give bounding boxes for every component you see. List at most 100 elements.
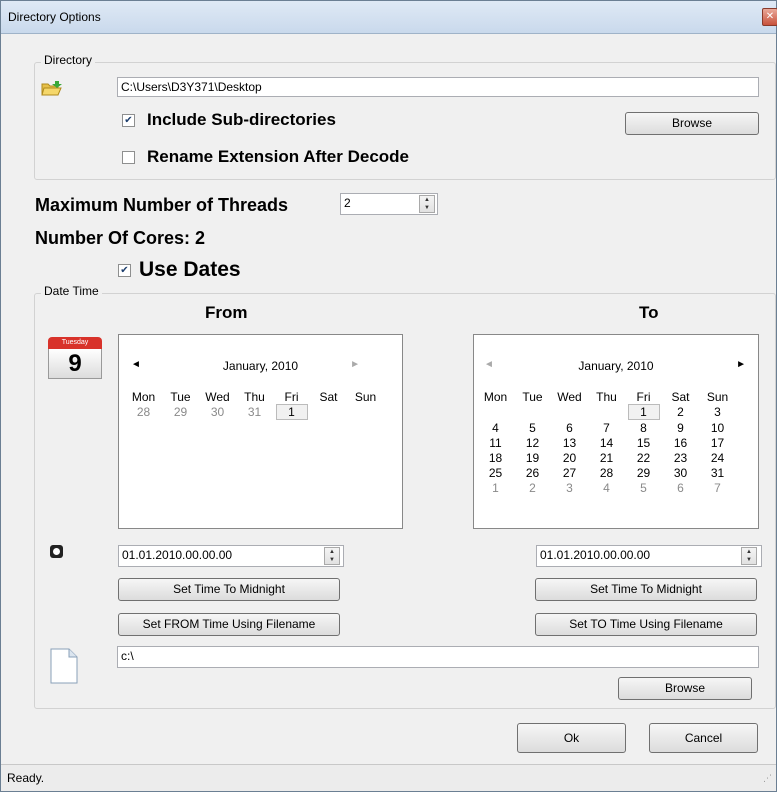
to-next-month-icon[interactable]: ►: [736, 359, 746, 370]
to-day-cell[interactable]: 27: [551, 465, 588, 480]
to-day-cell[interactable]: 4: [588, 480, 625, 495]
max-threads-label: Maximum Number of Threads: [35, 195, 289, 215]
to-day-cell: [477, 404, 514, 420]
directory-path-input[interactable]: C:\Users\D3Y371\Desktop: [117, 77, 759, 97]
cancel-button[interactable]: Cancel: [649, 723, 758, 753]
to-day-cell[interactable]: 7: [588, 420, 625, 435]
folder-icon: [41, 81, 62, 96]
calendar-icon-dayname: Tuesday: [48, 337, 102, 349]
from-datetime-input[interactable]: 01.01.2010.00.00.00: [118, 545, 344, 567]
from-weekday-header: Sat: [319, 389, 338, 404]
to-day-cell[interactable]: 4: [477, 420, 514, 435]
to-day-cell[interactable]: 24: [699, 450, 736, 465]
to-calendar[interactable]: ◄ January, 2010 ► Mon Tue Wed Thu Fri Sat Sun 1…: [473, 334, 759, 529]
to-day-cell[interactable]: 6: [662, 480, 699, 495]
to-day-cell[interactable]: 25: [477, 465, 514, 480]
directory-browse-button[interactable]: Browse: [625, 112, 759, 135]
from-day-cell[interactable]: 30: [199, 404, 236, 420]
to-day-cell[interactable]: 5: [514, 420, 551, 435]
to-day-cell[interactable]: 11: [477, 435, 514, 450]
use-dates-label: Use Dates: [139, 258, 241, 281]
rename-extension-checkbox[interactable]: [122, 151, 135, 164]
from-day-cell[interactable]: 31: [236, 404, 273, 420]
to-weekday-header: Tue: [522, 389, 543, 404]
to-day-cell[interactable]: 30: [662, 465, 699, 480]
to-day-cell[interactable]: 3: [699, 404, 736, 420]
from-datetime-stepper[interactable]: ▲ ▼: [324, 547, 340, 565]
to-day-cell[interactable]: 21: [588, 450, 625, 465]
include-subdirs-label: Include Sub-directories: [147, 110, 336, 129]
to-day-cell[interactable]: 18: [477, 450, 514, 465]
cores-label: Number Of Cores: 2: [35, 228, 206, 248]
to-day-cell[interactable]: 5: [625, 480, 662, 495]
from-midnight-button[interactable]: Set Time To Midnight: [118, 578, 340, 601]
to-day-cell[interactable]: 22: [625, 450, 662, 465]
calendar-icon-daynum: 9: [48, 349, 102, 379]
title-bar: Directory Options ✕: [1, 1, 777, 34]
to-day-cell[interactable]: 9: [662, 420, 699, 435]
from-calendar-grid: Mon Tue Wed Thu Fri Sat Sun 28 29 30 31 1: [125, 389, 384, 420]
from-weekday-header: Wed: [205, 389, 230, 404]
from-next-month-icon[interactable]: ►: [350, 359, 360, 370]
include-subdirs-checkbox[interactable]: ✔: [122, 114, 135, 127]
to-day-cell[interactable]: 31: [699, 465, 736, 480]
to-day-cell[interactable]: 28: [588, 465, 625, 480]
to-filename-button[interactable]: Set TO Time Using Filename: [535, 613, 757, 636]
to-day-cell[interactable]: 29: [625, 465, 662, 480]
from-heading: From: [205, 303, 248, 322]
to-day-cell[interactable]: 2: [662, 404, 699, 420]
file-path-input[interactable]: c:\: [117, 646, 759, 668]
to-week-row: 4 5 6 7 8 9 10: [477, 420, 736, 435]
from-day-cell[interactable]: 29: [162, 404, 199, 420]
from-calendar[interactable]: ◄ January, 2010 ► Mon Tue Wed Thu Fri Sat Sun 2…: [118, 334, 403, 529]
to-week-row: 1234567: [477, 480, 736, 495]
from-weekday-row: Mon Tue Wed Thu Fri Sat Sun: [125, 389, 384, 404]
to-datetime-stepper[interactable]: ▲ ▼: [741, 547, 757, 565]
to-datetime-input[interactable]: 01.01.2010.00.00.00: [536, 545, 762, 567]
to-day-cell[interactable]: 23: [662, 450, 699, 465]
from-weekday-header: Thu: [244, 389, 265, 404]
to-day-cell[interactable]: 3: [551, 480, 588, 495]
to-day-cell[interactable]: 1: [477, 480, 514, 495]
to-day-cell[interactable]: 2: [514, 480, 551, 495]
to-day-cell[interactable]: 10: [699, 420, 736, 435]
from-filename-button[interactable]: Set FROM Time Using Filename: [118, 613, 340, 636]
spin-up-icon[interactable]: ▲: [742, 548, 756, 556]
to-day-cell[interactable]: 6: [551, 420, 588, 435]
to-day-cell[interactable]: 12: [514, 435, 551, 450]
max-threads-stepper[interactable]: ▲ ▼: [419, 195, 435, 213]
to-weekday-header: Wed: [557, 389, 582, 404]
resize-grip-icon[interactable]: ⋰: [763, 773, 772, 784]
spin-down-icon[interactable]: ▼: [742, 556, 756, 564]
to-day-cell[interactable]: 15: [625, 435, 662, 450]
to-day-cell[interactable]: 7: [699, 480, 736, 495]
spin-up-icon[interactable]: ▲: [325, 548, 339, 556]
spin-up-icon[interactable]: ▲: [420, 196, 434, 204]
use-dates-checkbox[interactable]: ✔: [118, 264, 131, 277]
to-week-row: 18 19 20 21 22 23 24: [477, 450, 736, 465]
ok-button[interactable]: Ok: [517, 723, 626, 753]
to-day-cell[interactable]: 8: [625, 420, 662, 435]
spin-down-icon[interactable]: ▼: [325, 556, 339, 564]
to-day-cell[interactable]: 1: [625, 404, 662, 420]
to-day-cell[interactable]: 17: [699, 435, 736, 450]
window-title: Directory Options: [8, 10, 101, 24]
to-day-cell[interactable]: 13: [551, 435, 588, 450]
file-browse-button[interactable]: Browse: [618, 677, 752, 700]
to-day-cell[interactable]: 14: [588, 435, 625, 450]
spin-down-icon[interactable]: ▼: [420, 204, 434, 212]
to-day-cell[interactable]: 20: [551, 450, 588, 465]
datetime-legend: Date Time: [41, 284, 102, 298]
close-icon[interactable]: ✕: [762, 8, 777, 26]
to-heading: To: [639, 303, 659, 322]
from-day-cell[interactable]: 1: [273, 404, 310, 420]
to-day-cell[interactable]: 16: [662, 435, 699, 450]
to-week-row: 123: [477, 404, 736, 420]
file-icon: [50, 648, 78, 684]
to-midnight-button[interactable]: Set Time To Midnight: [535, 578, 757, 601]
from-day-cell[interactable]: 28: [125, 404, 162, 420]
to-day-cell[interactable]: 26: [514, 465, 551, 480]
to-calendar-grid: Mon Tue Wed Thu Fri Sat Sun 1 2 3 4 5 6 7 8 9 10 11 12 13 14…: [477, 389, 736, 495]
to-week-row: 11 12 13 14 15 16 17: [477, 435, 736, 450]
to-day-cell[interactable]: 19: [514, 450, 551, 465]
